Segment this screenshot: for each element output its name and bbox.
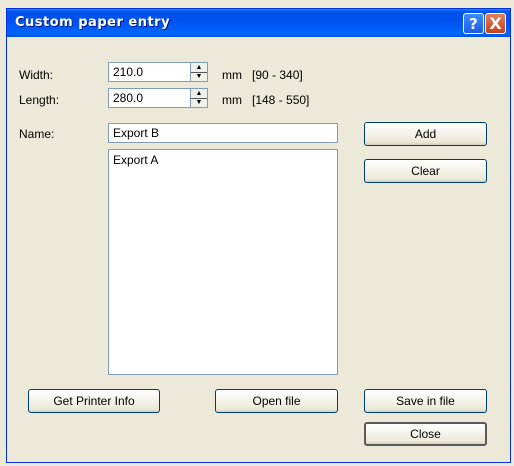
help-icon[interactable]: ? bbox=[463, 13, 484, 34]
open-file-button[interactable]: Open file bbox=[215, 389, 338, 413]
length-field[interactable]: 280.0 bbox=[108, 88, 191, 108]
close-icon[interactable]: X bbox=[485, 13, 506, 34]
list-item[interactable]: Export A bbox=[113, 153, 333, 167]
width-range: [90 - 340] bbox=[252, 68, 303, 82]
close-button[interactable]: Close bbox=[364, 422, 487, 446]
save-in-file-button[interactable]: Save in file bbox=[364, 389, 487, 413]
length-label: Length: bbox=[19, 93, 60, 107]
spin-down-icon[interactable]: ▼ bbox=[191, 98, 207, 107]
width-spinner[interactable]: ▲ ▼ bbox=[190, 62, 208, 82]
custom-paper-dialog: Custom paper entry ? X Width: 210.0 ▲ ▼ … bbox=[6, 8, 511, 463]
width-label: Width: bbox=[19, 68, 54, 82]
width-field[interactable]: 210.0 bbox=[108, 62, 191, 82]
get-printer-info-button[interactable]: Get Printer Info bbox=[28, 389, 160, 413]
length-range: [148 - 550] bbox=[252, 93, 310, 107]
title-bar[interactable]: Custom paper entry ? X bbox=[7, 9, 510, 37]
name-label: Name: bbox=[19, 127, 55, 141]
window-title: Custom paper entry bbox=[15, 15, 171, 30]
add-button[interactable]: Add bbox=[364, 122, 487, 146]
paper-list[interactable]: Export A bbox=[108, 149, 338, 375]
width-unit: mm bbox=[222, 68, 242, 82]
spin-down-icon[interactable]: ▼ bbox=[191, 72, 207, 81]
length-spinner[interactable]: ▲ ▼ bbox=[190, 88, 208, 108]
name-field[interactable]: Export B bbox=[108, 123, 338, 143]
clear-button[interactable]: Clear bbox=[364, 159, 487, 183]
length-unit: mm bbox=[222, 93, 242, 107]
